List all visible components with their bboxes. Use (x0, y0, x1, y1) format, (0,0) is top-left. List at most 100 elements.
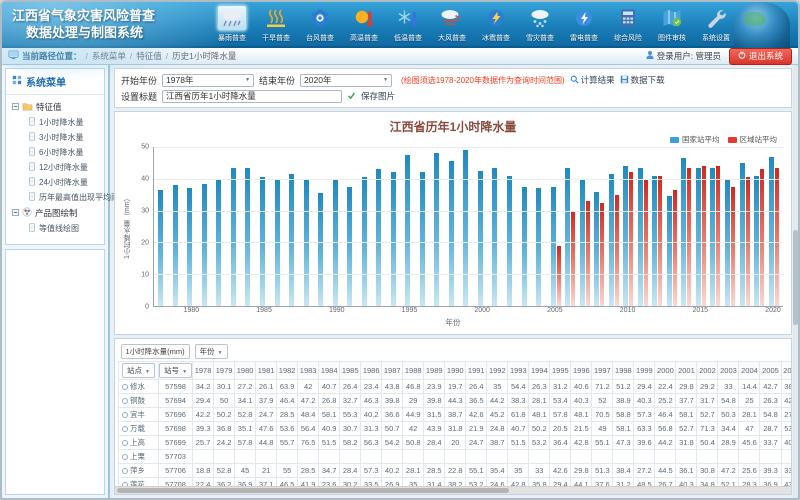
station-name-cell[interactable]: 修水 (119, 380, 159, 394)
station-sort[interactable]: 站点 (122, 363, 155, 378)
nav-item-10[interactable]: 图件审核 (650, 5, 694, 43)
bar-national-1999[interactable] (463, 150, 468, 306)
year-col-header[interactable]: 1979 (214, 362, 235, 380)
year-col-header[interactable]: 2000 (655, 362, 676, 380)
year-col-header[interactable]: 1991 (466, 362, 487, 380)
bar-national-2002[interactable] (507, 176, 512, 306)
expand-icon[interactable] (12, 102, 19, 112)
radio-icon[interactable] (122, 426, 128, 432)
nav-item-9[interactable]: 综合风险 (606, 5, 650, 43)
bar-regional-2014[interactable] (687, 168, 691, 306)
bar-national-1994[interactable] (391, 172, 396, 306)
year-col-header[interactable]: 1988 (403, 362, 424, 380)
bar-national-1979[interactable] (173, 185, 178, 306)
radio-icon[interactable] (122, 454, 128, 460)
radio-icon[interactable] (122, 384, 128, 390)
bar-national-2012[interactable] (652, 176, 657, 306)
table-row-万载[interactable]: 万载5769839.336.835.147.653.656.440.930.73… (119, 422, 793, 436)
bar-regional-2016[interactable] (716, 166, 720, 306)
year-col-header[interactable]: 1993 (508, 362, 529, 380)
nav-item-4[interactable]: 低温普查 (386, 5, 430, 43)
table-row-修水[interactable]: 修水5759834.230.127.226.163.94240.726.423.… (119, 380, 793, 394)
calc-result-button[interactable]: 计算结果 (570, 74, 615, 86)
station-name-cell[interactable]: 上高 (119, 436, 159, 450)
tree-item-0-0[interactable]: 1小时降水量 (12, 115, 102, 130)
bar-national-2010[interactable] (623, 166, 628, 306)
bar-national-2005[interactable] (551, 187, 556, 306)
tree-group-0[interactable]: 特征值 (12, 99, 102, 115)
bar-national-1983[interactable] (231, 168, 236, 306)
bar-regional-2010[interactable] (629, 172, 633, 306)
tree-item-1-0[interactable]: 等值线绘图 (12, 221, 102, 236)
bar-national-1993[interactable] (376, 169, 381, 306)
station-name-cell[interactable]: 万载 (119, 422, 159, 436)
year-col-header[interactable]: 1984 (319, 362, 340, 380)
bar-regional-2020[interactable] (775, 168, 779, 306)
station-name-cell[interactable]: 上栗 (119, 450, 159, 464)
nav-item-6[interactable]: 冰雹普查 (474, 5, 518, 43)
bar-regional-2013[interactable] (673, 190, 677, 306)
bar-national-2000[interactable] (478, 171, 483, 306)
horizontal-scrollbar[interactable] (115, 486, 791, 494)
year-col-header[interactable]: 2004 (739, 362, 760, 380)
nav-item-5[interactable]: 大风普查 (430, 5, 474, 43)
radio-icon[interactable] (122, 440, 128, 446)
hscroll-thumb[interactable] (117, 488, 509, 493)
bar-national-1998[interactable] (449, 161, 454, 306)
bar-national-1980[interactable] (187, 188, 192, 306)
station-name-cell[interactable]: 铜鼓 (119, 394, 159, 408)
year-col-header[interactable]: 2003 (718, 362, 739, 380)
table-row-上栗[interactable]: 上栗57703 (119, 450, 793, 464)
year-col-header[interactable]: 1978 (193, 362, 214, 380)
year-col-header[interactable]: 1997 (592, 362, 613, 380)
tree-item-0-5[interactable]: 历年最高值出现平均雨量 (12, 190, 102, 205)
tree-item-0-2[interactable]: 6小时降水量 (12, 145, 102, 160)
year-col-header[interactable]: 1986 (361, 362, 382, 380)
year-col-header[interactable]: 1980 (235, 362, 256, 380)
year-col-header[interactable]: 2002 (697, 362, 718, 380)
bar-national-2011[interactable] (638, 168, 643, 306)
nav-item-11[interactable]: 系统设置 (694, 5, 738, 43)
station-id-sort[interactable]: 站号 (159, 363, 192, 378)
year-col-header[interactable]: 1995 (550, 362, 571, 380)
bar-national-2009[interactable] (609, 174, 614, 306)
year-col-header[interactable]: 2005 (760, 362, 781, 380)
bar-regional-2008[interactable] (600, 203, 604, 306)
year-col-header[interactable]: 1998 (613, 362, 634, 380)
radio-icon[interactable] (122, 412, 128, 418)
end-year-select[interactable]: 2020年 (300, 74, 392, 87)
year-col-header[interactable]: 1999 (634, 362, 655, 380)
bar-national-2006[interactable] (565, 168, 570, 306)
year-col-header[interactable]: 1992 (487, 362, 508, 380)
year-sort-selector[interactable]: 年份 (195, 344, 228, 359)
bar-national-1987[interactable] (289, 174, 294, 306)
vscroll-thumb[interactable] (793, 230, 798, 325)
nav-item-2[interactable]: 台风普查 (298, 5, 342, 43)
bar-national-1981[interactable] (202, 184, 207, 306)
tree-item-0-4[interactable]: 24小时降水量 (12, 175, 102, 190)
bar-national-2015[interactable] (696, 168, 701, 306)
bar-national-1978[interactable] (158, 190, 163, 306)
radio-icon[interactable] (122, 468, 128, 474)
year-col-header[interactable]: 1996 (571, 362, 592, 380)
expand-icon[interactable] (12, 208, 19, 218)
bar-national-2014[interactable] (681, 158, 686, 306)
bar-national-2008[interactable] (594, 192, 599, 306)
nav-item-3[interactable]: 高温普查 (342, 5, 386, 43)
nav-item-7[interactable]: 雪灾普查 (518, 5, 562, 43)
tree-item-0-3[interactable]: 12小时降水量 (12, 160, 102, 175)
legend-national[interactable]: 国家站平均 (670, 134, 720, 145)
logout-button[interactable]: 退出系统 (729, 48, 792, 65)
unit-selector[interactable]: 1小时降水量(mm) (121, 344, 190, 359)
year-col-header[interactable]: 1985 (340, 362, 361, 380)
bar-regional-2006[interactable] (571, 211, 575, 306)
nav-item-0[interactable]: 暴雨普查 (210, 5, 254, 43)
year-col-header[interactable]: 1982 (277, 362, 298, 380)
year-col-header[interactable]: 1994 (529, 362, 550, 380)
year-col-header[interactable]: 1987 (382, 362, 403, 380)
nav-item-8[interactable]: 雷电普查 (562, 5, 606, 43)
table-row-铜鼓[interactable]: 铜鼓5769429.45034.137.946.447.226.832.746.… (119, 394, 793, 408)
year-col-header[interactable]: 2001 (676, 362, 697, 380)
save-image-button[interactable]: 保存图片 (361, 90, 395, 102)
legend-regional[interactable]: 区域站平均 (728, 134, 778, 145)
